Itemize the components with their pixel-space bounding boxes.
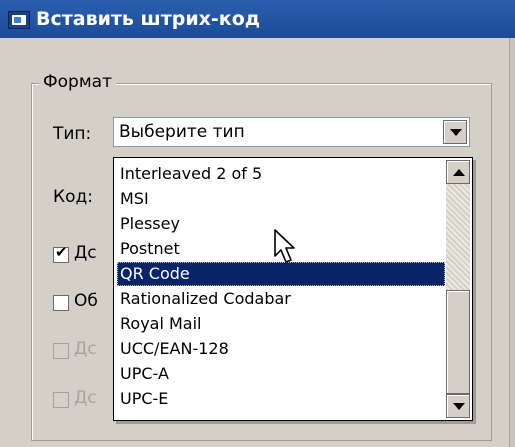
checkmark-icon: ✔ [55,243,68,261]
window-title: Вставить штрих-код [36,8,261,30]
title-bar[interactable]: Вставить штрих-код [0,0,515,38]
type-combobox[interactable]: Выберите тип [113,117,470,147]
window-app-icon [8,11,30,29]
option-checkbox-4 [53,392,69,408]
chevron-up-icon [453,169,465,176]
mouse-pointer-icon [274,229,295,263]
dropdown-item[interactable]: UPC-E [117,387,445,411]
option-checkbox-label-4: Дс [74,388,97,408]
dropdown-item[interactable]: UCC/EAN-128 [117,337,445,361]
scrollbar-thumb[interactable] [446,290,470,394]
type-combobox-dropdown-button[interactable] [443,120,467,144]
dropdown-item[interactable]: UPC-A [117,362,445,386]
option-checkbox-3 [53,343,69,359]
code-label: Код: [53,187,93,207]
chevron-down-icon [450,129,462,136]
scroll-up-button[interactable] [446,160,470,184]
option-checkbox-label-1: Дс [74,243,97,263]
type-label: Тип: [53,124,92,144]
chevron-down-icon [453,403,465,410]
dialog-right-edge [509,38,515,447]
dropdown-item[interactable]: Royal Mail [117,312,445,336]
type-combobox-value: Выберите тип [119,122,245,142]
option-checkbox-label-3: Дс [74,339,97,359]
option-checkbox-label-2: Об [74,291,98,311]
scroll-down-button[interactable] [446,394,470,418]
dropdown-item[interactable]: Rationalized Codabar [117,287,445,311]
dropdown-item[interactable]: MSI [117,187,445,211]
option-checkbox-1[interactable]: ✔ [53,243,69,263]
type-dropdown-list[interactable]: Interleaved 2 of 5 MSI Plessey Postnet QR Co… [113,157,473,421]
format-group-title: Формат [39,72,116,92]
option-checkbox-2[interactable] [53,295,69,311]
dropdown-item[interactable]: Interleaved 2 of 5 [117,162,445,186]
dropdown-scrollbar[interactable] [446,160,470,418]
